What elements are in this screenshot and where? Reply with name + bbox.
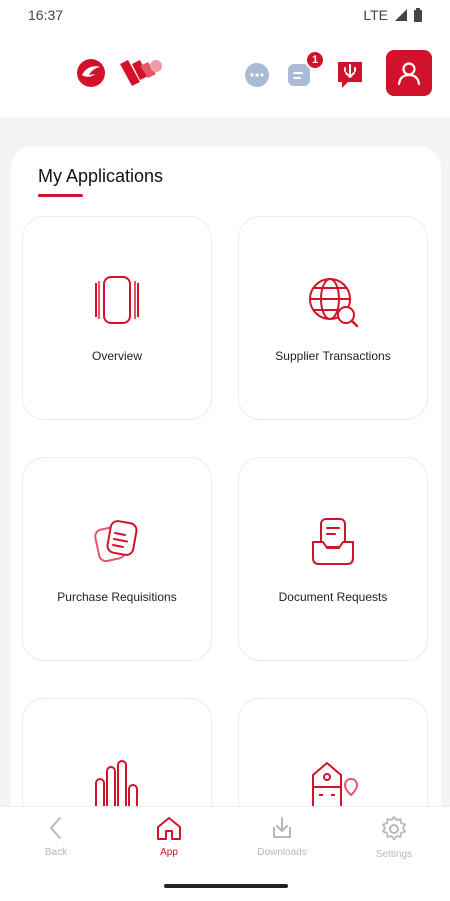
title-underline xyxy=(38,194,83,197)
tile-supplier-transactions[interactable]: Supplier Transactions xyxy=(238,216,428,420)
nav-back[interactable]: Back xyxy=(16,815,96,858)
profile-icon xyxy=(397,62,421,86)
profile-button[interactable] xyxy=(386,50,432,96)
nav-label: App xyxy=(160,847,178,858)
section-title: My Applications xyxy=(38,166,164,186)
globe-search-icon xyxy=(309,278,359,328)
tile-label: Document Requests xyxy=(278,590,388,604)
documents-icon xyxy=(94,520,138,563)
bar-chart-icon xyxy=(95,760,138,806)
chat-icon[interactable] xyxy=(244,62,270,88)
nav-app[interactable]: App xyxy=(129,815,209,858)
notification-badge: 1 xyxy=(305,50,325,70)
nav-settings[interactable]: Settings xyxy=(354,815,434,860)
signal-icon xyxy=(395,9,407,21)
app-header: 1 xyxy=(0,30,450,118)
nav-label: Downloads xyxy=(257,847,307,858)
nav-label: Back xyxy=(44,847,68,858)
inbox-document-icon xyxy=(312,518,354,565)
turkish-airlines-logo xyxy=(77,59,105,87)
applications-panel: My Applications Overview Supplier Transa… xyxy=(11,146,441,806)
status-bar: 16:37 LTE xyxy=(0,0,450,30)
nav-label: Settings xyxy=(375,849,413,860)
download-icon xyxy=(273,817,291,838)
status-indicators: LTE xyxy=(363,7,422,23)
overview-icon xyxy=(95,276,139,324)
gear-icon xyxy=(382,816,406,841)
status-time: 16:37 xyxy=(28,7,64,23)
tile-label: Purchase Requisitions xyxy=(57,590,177,604)
tile-locations[interactable] xyxy=(238,698,428,806)
building-pin-icon xyxy=(312,762,359,806)
tile-label: Supplier Transactions xyxy=(275,349,391,363)
chevron-left-icon xyxy=(50,817,61,839)
brand-w-logo xyxy=(120,60,162,86)
nav-downloads[interactable]: Downloads xyxy=(242,815,322,858)
tile-overview[interactable]: Overview xyxy=(22,216,212,420)
support-icon[interactable] xyxy=(334,58,366,90)
home-indicator[interactable] xyxy=(164,884,288,888)
tile-purchase-requisitions[interactable]: Purchase Requisitions xyxy=(22,457,212,661)
home-icon xyxy=(157,817,181,840)
tile-analytics[interactable] xyxy=(22,698,212,806)
tile-document-requests[interactable]: Document Requests xyxy=(238,457,428,661)
battery-icon xyxy=(414,8,422,22)
network-label: LTE xyxy=(363,7,388,23)
tile-label: Overview xyxy=(91,349,142,363)
